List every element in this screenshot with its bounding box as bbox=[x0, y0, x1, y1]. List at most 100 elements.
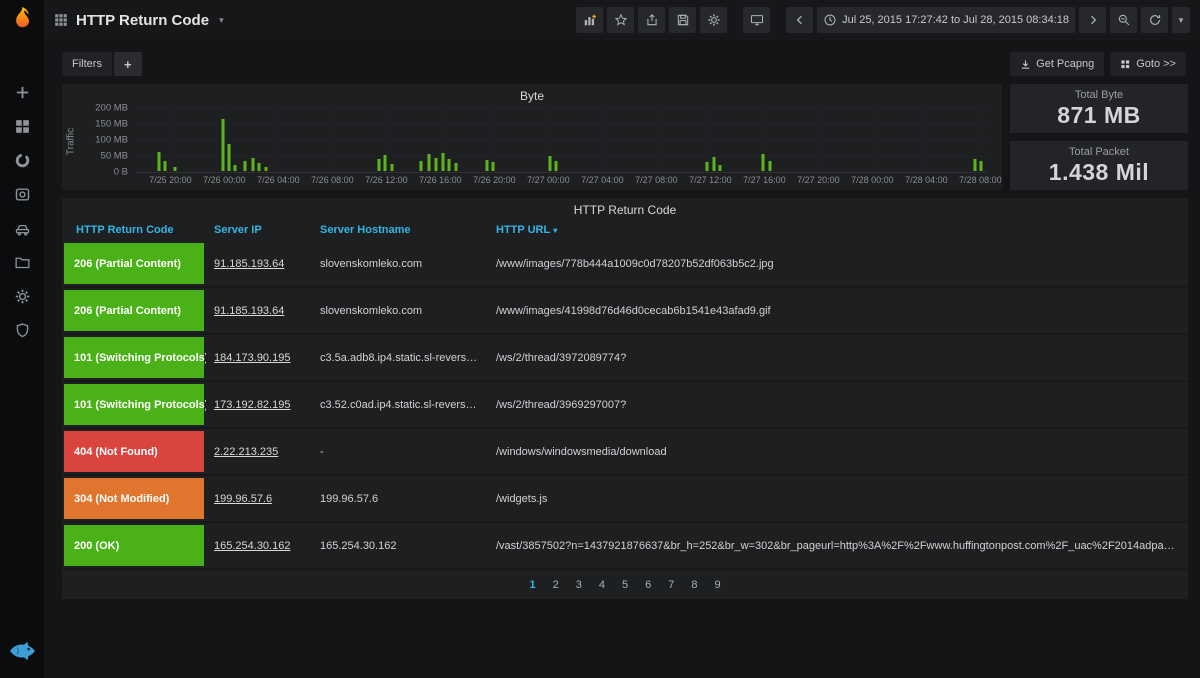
byte-chart-panel: Byte Traffic 200 MB150 MB100 MB50 MB0 B … bbox=[62, 84, 1002, 190]
sidebar bbox=[0, 0, 44, 678]
server-ip-cell: 2.22.213.235 bbox=[206, 428, 312, 475]
save-button[interactable] bbox=[669, 7, 696, 33]
column-header-return-code[interactable]: HTTP Return Code bbox=[62, 217, 206, 241]
server-ip-link[interactable]: 2.22.213.235 bbox=[214, 446, 278, 458]
server-ip-cell: 165.254.30.162 bbox=[206, 522, 312, 569]
column-header-url[interactable]: HTTP URL▾ bbox=[488, 217, 1188, 241]
x-tick-label: 7/28 08:00 bbox=[959, 175, 1002, 185]
add-panel-button[interactable] bbox=[576, 7, 603, 33]
page-number[interactable]: 2 bbox=[553, 579, 559, 591]
server-ip-cell: 91.185.193.64 bbox=[206, 287, 312, 334]
traffic-bar bbox=[555, 161, 558, 171]
table-row: 206 (Partial Content)91.185.193.64sloven… bbox=[62, 241, 1188, 287]
page-number[interactable]: 9 bbox=[714, 579, 720, 591]
gear-icon[interactable] bbox=[13, 287, 31, 305]
page-number[interactable]: 1 bbox=[529, 579, 535, 591]
download-icon bbox=[1020, 59, 1031, 70]
get-pcapng-button[interactable]: Get Pcapng bbox=[1010, 52, 1104, 76]
settings-button[interactable] bbox=[700, 7, 727, 33]
car-icon[interactable] bbox=[13, 219, 31, 237]
filters-button[interactable]: Filters bbox=[62, 52, 112, 76]
table-panel-title[interactable]: HTTP Return Code bbox=[62, 198, 1188, 217]
time-range-text: Jul 25, 2015 17:27:42 to Jul 28, 2015 08… bbox=[842, 14, 1069, 26]
x-tick-label: 7/27 08:00 bbox=[635, 175, 678, 185]
tv-mode-button[interactable] bbox=[743, 7, 770, 33]
return-code-chip: 304 (Not Modified) bbox=[64, 478, 204, 519]
add-filter-button[interactable]: + bbox=[114, 52, 142, 76]
y-tick-label: 200 MB bbox=[95, 103, 128, 114]
return-code-cell: 304 (Not Modified) bbox=[62, 475, 206, 522]
flame-logo-icon[interactable] bbox=[10, 6, 34, 39]
server-ip-link[interactable]: 91.185.193.64 bbox=[214, 305, 284, 317]
x-tick-label: 7/26 08:00 bbox=[311, 175, 354, 185]
server-ip-link[interactable]: 184.173.90.195 bbox=[214, 352, 290, 364]
page-number[interactable]: 6 bbox=[645, 579, 651, 591]
goto-label: Goto >> bbox=[1136, 58, 1176, 70]
traffic-bar bbox=[712, 157, 715, 171]
star-button[interactable] bbox=[607, 7, 634, 33]
get-pcapng-label: Get Pcapng bbox=[1036, 58, 1094, 70]
save-icon bbox=[676, 13, 690, 27]
chart-panel-title[interactable]: Byte bbox=[62, 84, 1002, 103]
x-axis-labels: 7/25 20:007/26 00:007/26 04:007/26 08:00… bbox=[136, 175, 988, 187]
column-header-server-ip[interactable]: Server IP bbox=[206, 217, 312, 241]
sidebar-nav bbox=[13, 83, 31, 339]
stat-value: 1.438 Mil bbox=[1010, 159, 1188, 186]
url-cell: /www/images/778b444a1009c0d78207b52df063… bbox=[488, 241, 1188, 287]
traffic-bar bbox=[384, 155, 387, 171]
page-number[interactable]: 8 bbox=[691, 579, 697, 591]
add-icon[interactable] bbox=[13, 83, 31, 101]
column-label: Server Hostname bbox=[320, 224, 411, 236]
main-content: Filters + Get Pcapng Goto >> Byte Traffi… bbox=[44, 40, 1200, 678]
server-ip-link[interactable]: 199.96.57.6 bbox=[214, 493, 272, 505]
dashboard-picker[interactable]: HTTP Return Code ▾ bbox=[54, 12, 224, 29]
traffic-bar bbox=[243, 161, 246, 171]
server-ip-link[interactable]: 165.254.30.162 bbox=[214, 540, 290, 552]
zoom-out-button[interactable] bbox=[1110, 7, 1137, 33]
time-range-button[interactable]: Jul 25, 2015 17:27:42 to Jul 28, 2015 08… bbox=[817, 7, 1075, 33]
traffic-bar bbox=[705, 162, 708, 171]
x-tick-label: 7/27 12:00 bbox=[689, 175, 732, 185]
table-row: 206 (Partial Content)91.185.193.64sloven… bbox=[62, 287, 1188, 334]
total-packet-panel: Total Packet 1.438 Mil bbox=[1010, 141, 1188, 190]
page-number[interactable]: 5 bbox=[622, 579, 628, 591]
hostname-cell: slovenskomleko.com bbox=[312, 241, 488, 287]
server-ip-link[interactable]: 173.192.82.195 bbox=[214, 399, 290, 411]
x-tick-label: 7/25 20:00 bbox=[149, 175, 192, 185]
share-button[interactable] bbox=[638, 7, 665, 33]
table-row: 101 (Switching Protocols)184.173.90.195c… bbox=[62, 334, 1188, 381]
url-cell: /windows/windowsmedia/download bbox=[488, 428, 1188, 475]
traffic-bar bbox=[173, 167, 176, 171]
x-tick-label: 7/28 00:00 bbox=[851, 175, 894, 185]
refresh-interval-dropdown[interactable]: ▾ bbox=[1172, 7, 1190, 33]
fish-logo-icon[interactable] bbox=[8, 641, 36, 666]
return-code-cell: 206 (Partial Content) bbox=[62, 287, 206, 334]
x-tick-label: 7/27 04:00 bbox=[581, 175, 624, 185]
page-title: HTTP Return Code bbox=[76, 12, 209, 29]
time-back-button[interactable] bbox=[786, 7, 813, 33]
shield-icon[interactable] bbox=[13, 321, 31, 339]
navbar-actions: Jul 25, 2015 17:27:42 to Jul 28, 2015 08… bbox=[576, 7, 1190, 33]
hostname-cell: c3.52.c0ad.ip4.static.sl-reverse.com bbox=[312, 381, 488, 428]
camera-icon[interactable] bbox=[13, 185, 31, 203]
page-number[interactable]: 3 bbox=[576, 579, 582, 591]
stat-value: 871 MB bbox=[1010, 102, 1188, 129]
server-ip-link[interactable]: 91.185.193.64 bbox=[214, 258, 284, 270]
stat-title[interactable]: Total Packet bbox=[1010, 141, 1188, 158]
folder-icon[interactable] bbox=[13, 253, 31, 271]
page-number[interactable]: 4 bbox=[599, 579, 605, 591]
total-byte-panel: Total Byte 871 MB bbox=[1010, 84, 1188, 133]
url-cell: /widgets.js bbox=[488, 475, 1188, 522]
dashboards-icon[interactable] bbox=[13, 117, 31, 135]
server-ip-cell: 91.185.193.64 bbox=[206, 241, 312, 287]
donut-chart-icon[interactable] bbox=[13, 151, 31, 169]
stat-title[interactable]: Total Byte bbox=[1010, 84, 1188, 101]
page-number[interactable]: 7 bbox=[668, 579, 674, 591]
column-header-hostname[interactable]: Server Hostname bbox=[312, 217, 488, 241]
goto-button[interactable]: Goto >> bbox=[1110, 52, 1186, 76]
column-label: Server IP bbox=[214, 224, 262, 236]
refresh-button[interactable] bbox=[1141, 7, 1168, 33]
traffic-bar bbox=[391, 164, 394, 171]
time-forward-button[interactable] bbox=[1079, 7, 1106, 33]
top-navbar: HTTP Return Code ▾ bbox=[44, 0, 1200, 40]
